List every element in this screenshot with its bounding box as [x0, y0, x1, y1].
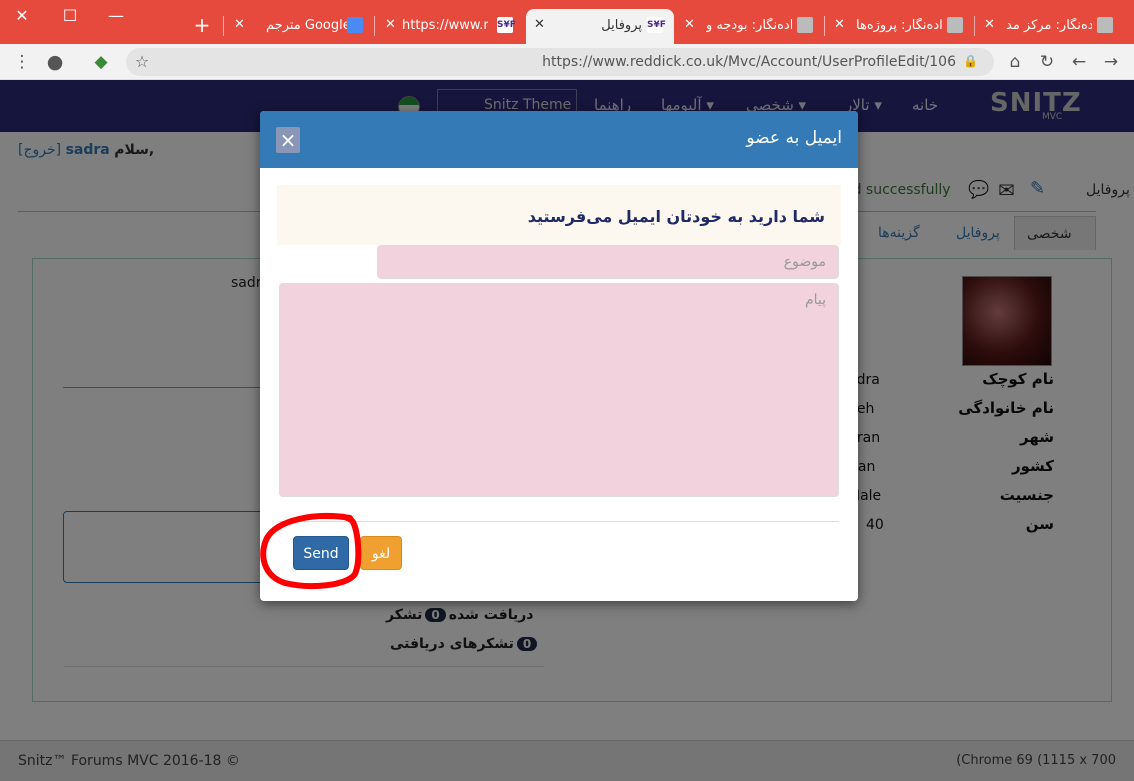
tab-label: داده‌نگار: بودجه و: [706, 18, 792, 33]
tab-close-icon[interactable]: ✕: [534, 17, 545, 32]
highlight-annotation: [260, 513, 362, 589]
message-textarea[interactable]: پیام: [279, 283, 839, 497]
tab-google-translate[interactable]: ✕ مترجم Google: [226, 9, 372, 44]
lock-icon: 🔒: [963, 54, 978, 68]
tab-close-icon[interactable]: ✕: [834, 17, 845, 32]
address-bar[interactable]: ☆ https://www.reddick.co.uk/Mvc/Account/…: [126, 48, 994, 76]
tab-close-icon[interactable]: ✕: [684, 17, 695, 32]
window-close-button[interactable]: ✕: [10, 6, 34, 26]
tab-label: پروفایل: [601, 18, 642, 33]
tab-separator: [974, 16, 975, 36]
menu-kebab-icon[interactable]: ⋮: [10, 50, 34, 74]
cat-icon: [947, 17, 963, 33]
cat-icon: [797, 17, 813, 33]
highlight-stroke: [260, 513, 362, 589]
window-minimize-button[interactable]: —: [104, 6, 128, 26]
google-translate-icon: [347, 17, 363, 33]
url-text: https://www.reddick.co.uk/Mvc/Account/Us…: [542, 54, 956, 70]
subject-input[interactable]: موضوع: [377, 245, 839, 279]
window-maximize-button[interactable]: ☐: [58, 6, 82, 26]
tab-profile[interactable]: ✕ پروفایل S¥F: [526, 9, 674, 44]
browser-titlebar: ✕ ☐ — + ✕ مترجم Google ✕ https://www.red…: [0, 0, 1134, 44]
tab-label: https://www.red: [402, 18, 488, 33]
modal-title: ایمیل به عضو: [746, 128, 842, 148]
back-icon[interactable]: ←: [1067, 50, 1091, 74]
tab-label: مترجم Google: [266, 18, 348, 33]
new-tab-button[interactable]: +: [190, 15, 214, 35]
home-icon[interactable]: ⌂: [1003, 50, 1027, 74]
tab-separator: [223, 16, 224, 36]
self-email-warning: شما دارید به خودتان ایمیل می‌فرستید: [277, 185, 841, 245]
tab-separator: [824, 16, 825, 36]
tab-dadehnegar-center[interactable]: ✕ داده‌نگار: مرکز مد: [976, 9, 1122, 44]
forward-icon[interactable]: →: [1099, 50, 1123, 74]
tab-separator: [374, 16, 375, 36]
tab-reddick-url[interactable]: ✕ https://www.red S¥F: [377, 9, 523, 44]
tab-dadehnegar-projects[interactable]: ✕ داده‌نگار: پروژه‌ها: [826, 9, 972, 44]
tab-close-icon[interactable]: ✕: [385, 17, 396, 32]
tab-close-icon[interactable]: ✕: [234, 17, 245, 32]
tab-label: داده‌نگار: پروژه‌ها: [856, 18, 942, 33]
cat-icon: [1097, 17, 1113, 33]
close-icon[interactable]: ×: [276, 127, 300, 153]
tab-dadehnegar-budget[interactable]: ✕ داده‌نگار: بودجه و: [676, 9, 822, 44]
star-bookmark-icon[interactable]: ☆: [130, 50, 154, 74]
snitz-icon: S¥F: [647, 17, 666, 33]
browser-toolbar: ⋮ ● ◆ ☆ https://www.reddick.co.uk/Mvc/Ac…: [0, 44, 1134, 80]
tab-label: داده‌نگار: مرکز مد: [1006, 18, 1092, 33]
account-icon[interactable]: ●: [43, 50, 67, 74]
extension-icon[interactable]: ◆: [89, 50, 113, 74]
snitz-icon: S¥F: [497, 17, 516, 33]
reload-icon[interactable]: ↻: [1035, 50, 1059, 74]
modal-header: ایمیل به عضو ×: [260, 111, 858, 168]
tab-close-icon[interactable]: ✕: [984, 17, 995, 32]
